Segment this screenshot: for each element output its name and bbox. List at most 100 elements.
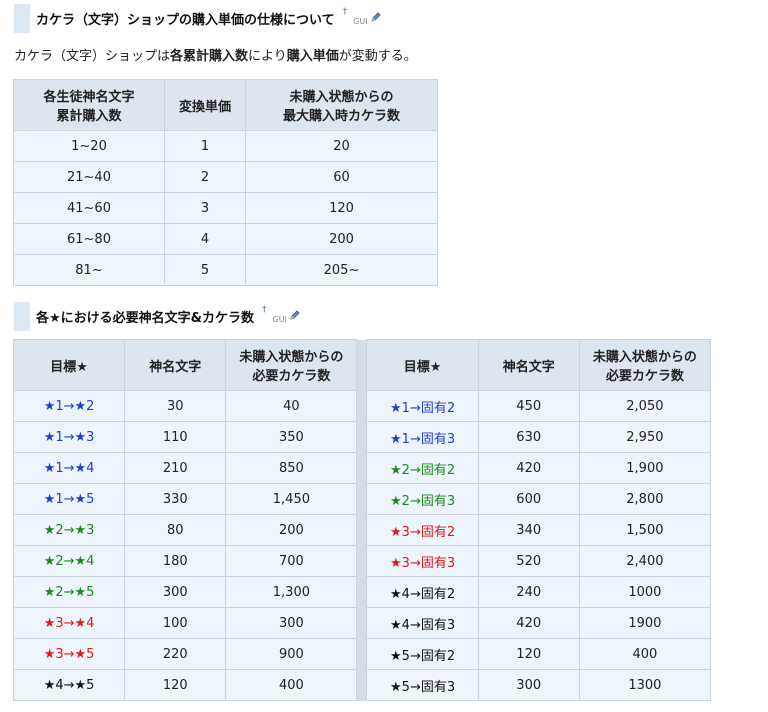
kakera-cell: 300 — [225, 607, 358, 639]
column-separator — [356, 545, 368, 577]
column-header-line: 変換単価 — [178, 99, 231, 115]
target-star-cell: ★1→固有2 — [366, 390, 479, 422]
column-header: 未購入状態からの 最大購入時カケラ数 — [245, 79, 438, 131]
table-cell: 21~40 — [13, 161, 165, 193]
column-header-line: 未購入状態からの — [592, 350, 697, 365]
target-star-cell: ★1→★5 — [12, 483, 126, 515]
column-header: 変換単価 — [164, 79, 246, 131]
target-star-cell: ★4→固有2 — [366, 576, 479, 608]
target-star-cell: ★2→★5 — [12, 576, 126, 608]
kakera-cell: 200 — [225, 514, 358, 546]
letters-cell: 30 — [124, 390, 227, 422]
column-separator — [356, 421, 368, 453]
table-cell: 4 — [164, 223, 246, 255]
target-star-cell: ★3→固有2 — [366, 514, 479, 546]
kakera-cell: 700 — [225, 545, 358, 577]
column-header-line: 目標★ — [50, 359, 88, 375]
column-header-line: 神名文字 — [149, 359, 202, 375]
table-row: ★2→★4 180 700 ★3→固有3 520 2,400 — [12, 545, 712, 577]
kakera-cell: 1,450 — [225, 483, 358, 515]
target-star-cell: ★2→★3 — [12, 514, 126, 546]
column-separator — [356, 669, 368, 701]
kakera-cell: 2,400 — [578, 545, 712, 577]
kakera-cell: 1000 — [578, 576, 712, 608]
heading-accent-bar — [14, 302, 30, 331]
target-star-cell: ★2→固有2 — [366, 452, 479, 484]
table-cell: 41~60 — [13, 192, 165, 224]
column-header-line: 必要カケラ数 — [605, 369, 684, 384]
letters-cell: 520 — [477, 545, 580, 577]
column-separator — [356, 514, 368, 546]
letters-cell: 110 — [124, 421, 227, 453]
column-separator — [356, 483, 368, 515]
section2-heading: 各★における必要神名文字&カケラ数 † GUI — [14, 302, 754, 331]
letters-cell: 220 — [124, 638, 227, 670]
target-star-cell: ★3→★5 — [12, 638, 126, 670]
column-header-line: 未購入状態からの — [239, 350, 344, 365]
intro-part: カケラ（文字）ショップは — [14, 49, 171, 64]
kakera-cell: 1,900 — [578, 452, 712, 484]
kakera-cell: 1300 — [578, 669, 712, 701]
column-header-line: 累計購入数 — [56, 109, 122, 124]
kakera-cell: 1,300 — [225, 576, 358, 608]
column-header-line: 各生徒神名文字 — [43, 90, 135, 105]
table-row: ★2→★3 80 200 ★3→固有2 340 1,500 — [12, 514, 712, 546]
table-row: ★1→★5 330 1,450 ★2→固有3 600 2,800 — [12, 483, 712, 515]
letters-cell: 420 — [477, 452, 580, 484]
letters-cell: 330 — [124, 483, 227, 515]
target-star-cell: ★5→固有2 — [366, 638, 479, 670]
column-header: 未購入状態からの 必要カケラ数 — [578, 339, 712, 391]
section2-anchor-link[interactable]: † — [262, 305, 267, 315]
column-header: 目標★ — [12, 339, 126, 391]
table-cell: 2 — [164, 161, 246, 193]
target-star-cell: ★5→固有3 — [366, 669, 479, 701]
section2-gui-edit-link[interactable]: GUI — [273, 315, 287, 324]
table-cell: 81~ — [13, 254, 165, 286]
target-star-cell: ★1→★4 — [12, 452, 126, 484]
kakera-cell: 2,950 — [578, 421, 712, 453]
kakera-cell: 1900 — [578, 607, 712, 639]
pencil-icon[interactable] — [370, 11, 382, 23]
section1-heading: カケラ（文字）ショップの購入単価の仕様について † GUI — [14, 4, 754, 33]
letters-cell: 420 — [477, 607, 580, 639]
column-separator — [356, 607, 368, 639]
column-header: 神名文字 — [124, 339, 227, 391]
table-row: ★3→★5 220 900 ★5→固有2 120 400 — [12, 638, 712, 670]
kakera-cell: 2,050 — [578, 390, 712, 422]
section1-anchor-link[interactable]: † — [343, 7, 348, 17]
target-star-cell: ★1→固有3 — [366, 421, 479, 453]
column-header: 各生徒神名文字 累計購入数 — [13, 79, 165, 131]
table-cell: 200 — [245, 223, 438, 255]
pencil-icon[interactable] — [289, 309, 301, 321]
table-cell: 205~ — [245, 254, 438, 286]
table-cell: 3 — [164, 192, 246, 224]
column-separator — [356, 638, 368, 670]
table-cell: 20 — [245, 130, 438, 162]
table-row: ★1→★4 210 850 ★2→固有2 420 1,900 — [12, 452, 712, 484]
target-star-cell: ★4→★5 — [12, 669, 126, 701]
kakera-cell: 900 — [225, 638, 358, 670]
section1-gui-edit-link[interactable]: GUI — [353, 17, 367, 26]
letters-cell: 300 — [124, 576, 227, 608]
table-row: 21~40 2 60 — [13, 161, 438, 193]
kakera-cell: 400 — [578, 638, 712, 670]
table-cell: 1~20 — [13, 130, 165, 162]
section1-title: カケラ（文字）ショップの購入単価の仕様について — [36, 13, 335, 28]
target-star-cell: ★1→★3 — [12, 421, 126, 453]
column-separator — [356, 452, 368, 484]
table-cell: 5 — [164, 254, 246, 286]
table-row: ★1→★2 30 40 ★1→固有2 450 2,050 — [12, 390, 712, 422]
table-cell: 1 — [164, 130, 246, 162]
table-cell: 120 — [245, 192, 438, 224]
letters-cell: 180 — [124, 545, 227, 577]
column-header-line: 神名文字 — [502, 359, 555, 375]
table-cell: 60 — [245, 161, 438, 193]
table-header-row: 目標★ 神名文字 未購入状態からの 必要カケラ数 目標★ 神名文字 未購入状態からの 必要カケ… — [12, 339, 712, 391]
price-table: 各生徒神名文字 累計購入数 変換単価 未購入状態からの 最大購入時カケラ数 1~20 1 2… — [13, 79, 438, 286]
kakera-cell: 2,800 — [578, 483, 712, 515]
intro-part: により — [248, 49, 287, 64]
heading-accent-bar — [14, 4, 30, 33]
target-star-cell: ★1→★2 — [12, 390, 126, 422]
column-separator — [356, 390, 368, 422]
table-row: ★1→★3 110 350 ★1→固有3 630 2,950 — [12, 421, 712, 453]
